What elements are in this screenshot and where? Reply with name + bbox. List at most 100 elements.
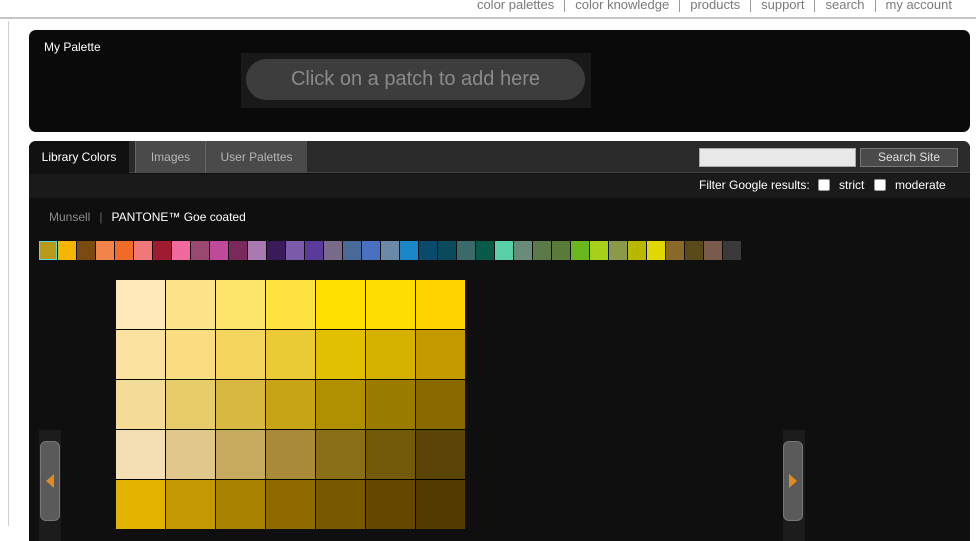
color-patch[interactable] <box>166 380 215 429</box>
color-patch[interactable] <box>166 480 215 529</box>
hue-swatch[interactable] <box>210 241 228 260</box>
color-patch[interactable] <box>416 330 465 379</box>
color-patch[interactable] <box>266 330 315 379</box>
search-input[interactable] <box>699 148 856 167</box>
color-patch[interactable] <box>266 480 315 529</box>
color-patch[interactable] <box>366 380 415 429</box>
hue-swatch[interactable] <box>96 241 114 260</box>
color-patch[interactable] <box>316 280 365 329</box>
library-pantone-goe[interactable]: PANTONE™ Goe coated <box>111 210 245 224</box>
color-patch[interactable] <box>366 330 415 379</box>
hue-swatch[interactable] <box>115 241 133 260</box>
hue-swatch[interactable] <box>172 241 190 260</box>
hue-swatch[interactable] <box>343 241 361 260</box>
hue-swatch[interactable] <box>305 241 323 260</box>
moderate-label: moderate <box>895 178 946 192</box>
my-palette-panel: My Palette Click on a patch to add here <box>29 30 970 132</box>
hue-swatch[interactable] <box>438 241 456 260</box>
hue-swatch[interactable] <box>476 241 494 260</box>
strict-checkbox[interactable] <box>818 179 830 191</box>
moderate-checkbox[interactable] <box>874 179 886 191</box>
prev-page-button[interactable] <box>40 441 60 521</box>
color-patch[interactable] <box>416 430 465 479</box>
hue-swatch[interactable] <box>58 241 76 260</box>
hue-swatch[interactable] <box>590 241 608 260</box>
hue-swatch[interactable] <box>419 241 437 260</box>
color-patch[interactable] <box>316 330 365 379</box>
color-patch[interactable] <box>216 330 265 379</box>
tab-library-colors[interactable]: Library Colors <box>29 141 129 173</box>
hue-swatch[interactable] <box>514 241 532 260</box>
tab-bar: Library Colors Images User Palettes Sear… <box>29 141 970 173</box>
hue-swatch[interactable] <box>457 241 475 260</box>
color-patch[interactable] <box>316 380 365 429</box>
hue-swatch[interactable] <box>248 241 266 260</box>
hue-swatch[interactable] <box>324 241 342 260</box>
hue-swatch[interactable] <box>267 241 285 260</box>
library-munsell[interactable]: Munsell <box>49 210 90 224</box>
hue-swatch[interactable] <box>153 241 171 260</box>
color-patch[interactable] <box>116 280 165 329</box>
strict-label: strict <box>839 178 865 192</box>
library-breadcrumb: Munsell | PANTONE™ Goe coated <box>49 210 246 224</box>
color-patch[interactable] <box>316 480 365 529</box>
color-patch[interactable] <box>416 280 465 329</box>
hue-swatch[interactable] <box>400 241 418 260</box>
color-patch[interactable] <box>366 430 415 479</box>
nav-my-account[interactable]: my account <box>874 0 962 12</box>
color-patch[interactable] <box>266 280 315 329</box>
filter-bar: Filter Google results: strict moderate <box>29 174 970 198</box>
color-patch-grid <box>116 280 465 529</box>
nav-color-palettes[interactable]: color palettes <box>467 0 564 12</box>
arrow-left-icon <box>46 474 54 488</box>
next-page-button[interactable] <box>783 441 803 521</box>
hue-swatch[interactable] <box>362 241 380 260</box>
nav-search[interactable]: search <box>814 0 874 12</box>
top-navigation: color palettes color knowledge products … <box>0 0 976 19</box>
color-patch[interactable] <box>266 430 315 479</box>
hue-swatch[interactable] <box>723 241 741 260</box>
hue-swatch[interactable] <box>628 241 646 260</box>
tab-user-palettes[interactable]: User Palettes <box>205 141 307 173</box>
hue-swatch[interactable] <box>609 241 627 260</box>
hue-swatch[interactable] <box>571 241 589 260</box>
hue-swatch[interactable] <box>704 241 722 260</box>
hue-swatch[interactable] <box>191 241 209 260</box>
nav-products[interactable]: products <box>679 0 750 12</box>
color-patch[interactable] <box>166 330 215 379</box>
color-patch[interactable] <box>116 380 165 429</box>
color-patch[interactable] <box>216 430 265 479</box>
search-button[interactable]: Search Site <box>860 148 958 167</box>
hue-swatch[interactable] <box>134 241 152 260</box>
nav-color-knowledge[interactable]: color knowledge <box>564 0 679 12</box>
hue-swatch[interactable] <box>286 241 304 260</box>
color-patch[interactable] <box>316 430 365 479</box>
tab-images[interactable]: Images <box>135 141 205 173</box>
color-patch[interactable] <box>116 480 165 529</box>
hue-swatch[interactable] <box>229 241 247 260</box>
color-patch[interactable] <box>166 430 215 479</box>
hue-swatch[interactable] <box>666 241 684 260</box>
color-patch[interactable] <box>266 380 315 429</box>
dropzone-hint: Click on a patch to add here <box>246 59 585 100</box>
hue-swatch[interactable] <box>39 241 57 260</box>
color-patch[interactable] <box>166 280 215 329</box>
color-patch[interactable] <box>416 380 465 429</box>
color-patch[interactable] <box>366 280 415 329</box>
hue-swatch[interactable] <box>552 241 570 260</box>
hue-swatch[interactable] <box>647 241 665 260</box>
color-patch[interactable] <box>416 480 465 529</box>
palette-dropzone[interactable]: Click on a patch to add here <box>241 53 591 108</box>
color-patch[interactable] <box>116 330 165 379</box>
nav-support[interactable]: support <box>750 0 814 12</box>
color-patch[interactable] <box>216 480 265 529</box>
color-patch[interactable] <box>366 480 415 529</box>
hue-swatch[interactable] <box>685 241 703 260</box>
color-patch[interactable] <box>216 280 265 329</box>
hue-swatch[interactable] <box>381 241 399 260</box>
color-patch[interactable] <box>116 430 165 479</box>
hue-swatch[interactable] <box>77 241 95 260</box>
hue-swatch[interactable] <box>495 241 513 260</box>
color-patch[interactable] <box>216 380 265 429</box>
hue-swatch[interactable] <box>533 241 551 260</box>
